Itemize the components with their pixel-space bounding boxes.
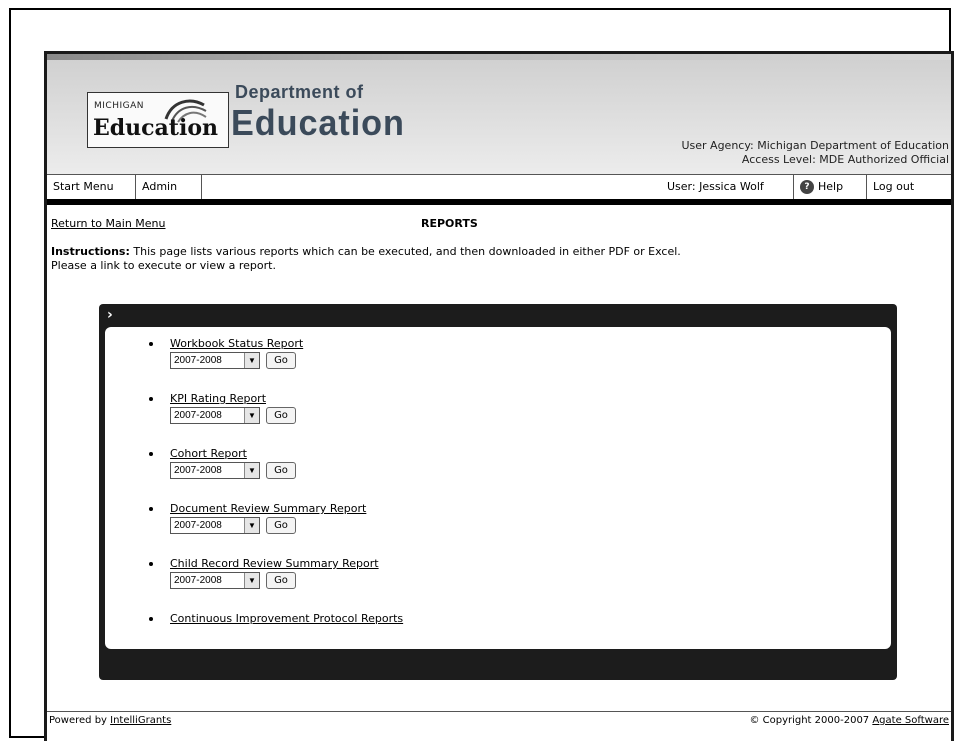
header-stripe	[47, 54, 951, 60]
year-select-workbook-status[interactable]: 2007-2008 ▼	[170, 352, 260, 369]
powered-by: Powered by IntelliGrants	[49, 712, 171, 730]
report-link-cohort[interactable]: Cohort Report	[170, 447, 247, 460]
nav-admin[interactable]: Admin	[136, 175, 202, 199]
continuous-improvement-link[interactable]: Continuous Improvement Protocol Reports	[170, 612, 403, 625]
outer-frame: MICHIGAN Education Department of Educati…	[9, 8, 954, 741]
header-banner: MICHIGAN Education Department of Educati…	[47, 54, 951, 175]
go-button-document-review[interactable]: Go	[266, 517, 296, 534]
page-title: REPORTS	[421, 217, 478, 230]
bullet	[149, 507, 153, 511]
year-select-cohort[interactable]: 2007-2008 ▼	[170, 462, 260, 479]
year-select-value: 2007-2008	[174, 575, 222, 586]
access-level-line: Access Level: MDE Authorized Official	[741, 153, 949, 166]
app-window: MICHIGAN Education Department of Educati…	[44, 51, 954, 741]
department-of-title: Department of	[235, 82, 364, 102]
top-nav: Start Menu Admin User: Jessica Wolf ? Hel…	[47, 174, 951, 205]
go-button-cohort[interactable]: Go	[266, 462, 296, 479]
reports-panel: › Workbook Status Report 2007-2008 ▼ Go	[99, 304, 897, 680]
year-select-value: 2007-2008	[174, 520, 222, 531]
bullet	[149, 452, 153, 456]
michigan-education-logo: MICHIGAN Education	[87, 92, 229, 148]
logout-button[interactable]: Log out	[867, 175, 951, 199]
instructions-text: This page lists various reports which ca…	[129, 245, 681, 258]
help-icon: ?	[800, 180, 814, 194]
year-select-kpi-rating[interactable]: 2007-2008 ▼	[170, 407, 260, 424]
year-select-value: 2007-2008	[174, 465, 222, 476]
bullet	[149, 397, 153, 401]
agency-info: User Agency: Michigan Department of Educ…	[681, 139, 949, 167]
copyright: © Copyright 2000-2007 Agate Software	[749, 712, 949, 730]
report-link-child-record-review[interactable]: Child Record Review Summary Report	[170, 557, 379, 570]
return-to-main-menu-link[interactable]: Return to Main Menu	[51, 217, 166, 230]
chevron-down-icon: ▼	[244, 463, 259, 478]
year-select-value: 2007-2008	[174, 410, 222, 421]
bullet	[149, 617, 153, 621]
current-user-label: User: Jessica Wolf	[667, 180, 764, 193]
report-link-workbook-status[interactable]: Workbook Status Report	[170, 337, 303, 350]
help-button[interactable]: ? Help	[793, 175, 867, 199]
instructions: Instructions: This page lists various re…	[51, 245, 931, 273]
education-title: Education	[231, 102, 405, 143]
go-button-child-record-review[interactable]: Go	[266, 572, 296, 589]
year-select-document-review[interactable]: 2007-2008 ▼	[170, 517, 260, 534]
bullet	[149, 342, 153, 346]
help-label: Help	[818, 180, 844, 193]
chevron-down-icon: ▼	[244, 408, 259, 423]
reports-panel-body: Workbook Status Report 2007-2008 ▼ Go KPI…	[105, 327, 891, 649]
instructions-line-2: Please a link to execute or view a repor…	[51, 259, 276, 272]
logo-small-text: MICHIGAN	[94, 101, 144, 111]
instructions-label: Instructions:	[51, 245, 130, 258]
chevron-right-icon: ›	[107, 307, 113, 323]
go-button-workbook-status[interactable]: Go	[266, 352, 296, 369]
chevron-down-icon: ▼	[244, 573, 259, 588]
logo-big-text: Education	[93, 115, 218, 141]
report-link-kpi-rating[interactable]: KPI Rating Report	[170, 392, 266, 405]
nav-start-menu[interactable]: Start Menu	[47, 175, 136, 199]
agency-line: User Agency: Michigan Department of Educ…	[681, 139, 949, 152]
year-select-child-record-review[interactable]: 2007-2008 ▼	[170, 572, 260, 589]
chevron-down-icon: ▼	[244, 518, 259, 533]
go-button-kpi-rating[interactable]: Go	[266, 407, 296, 424]
bullet	[149, 562, 153, 566]
report-link-document-review[interactable]: Document Review Summary Report	[170, 502, 366, 515]
chevron-down-icon: ▼	[244, 353, 259, 368]
year-select-value: 2007-2008	[174, 355, 222, 366]
